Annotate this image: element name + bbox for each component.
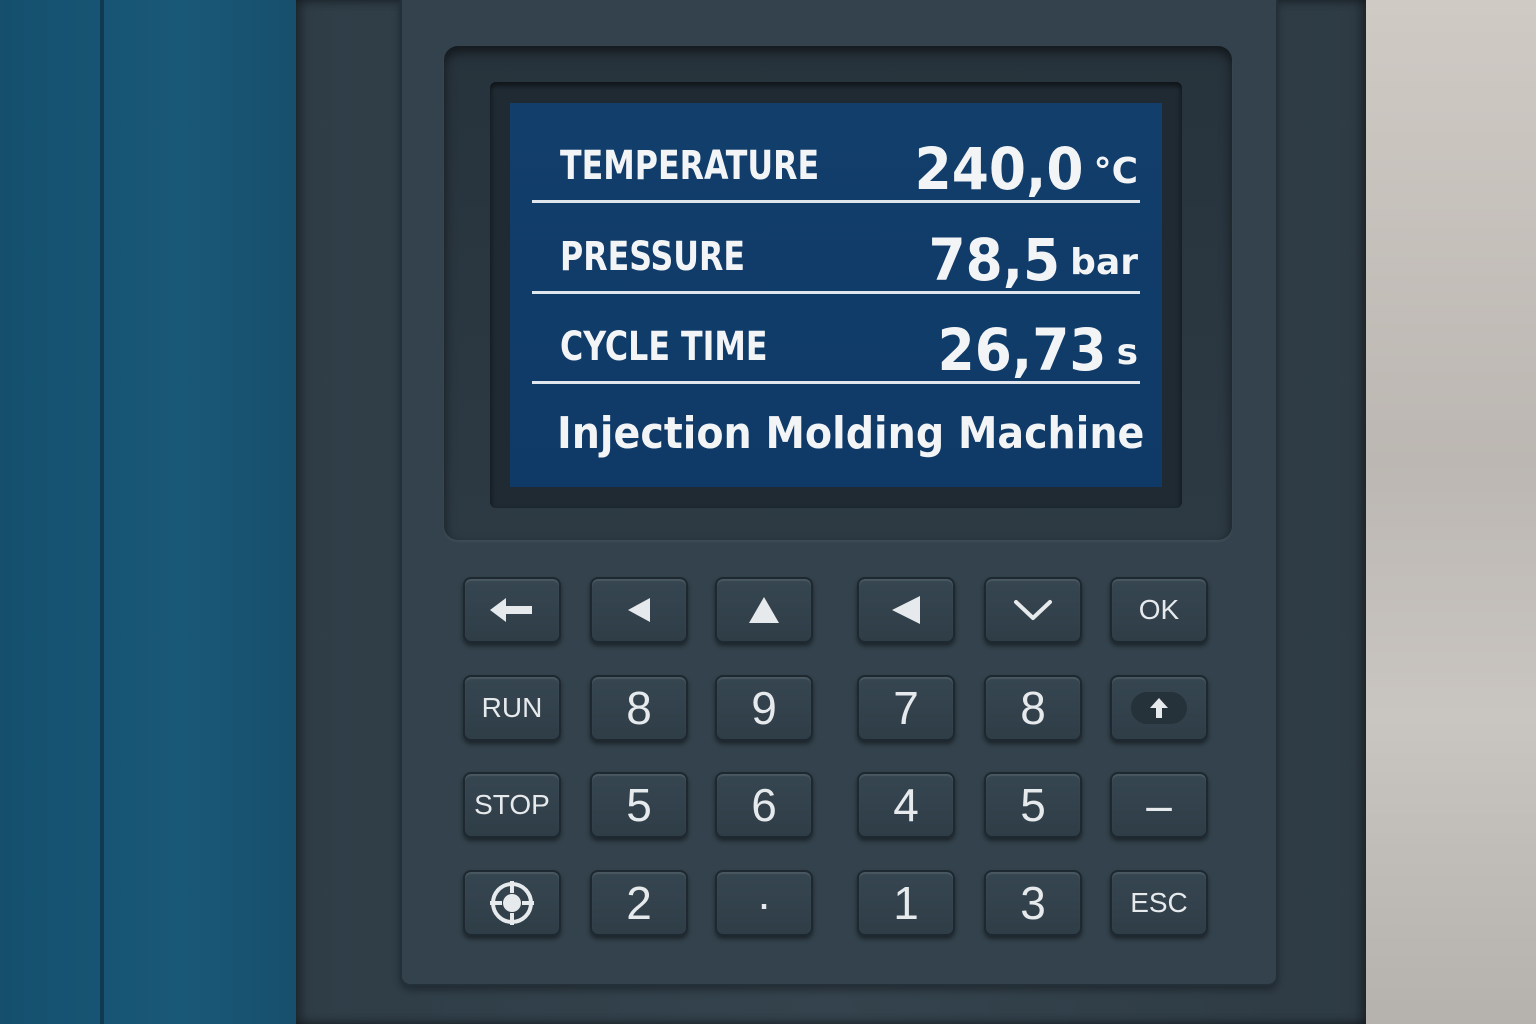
temperature-value: 240,0 xyxy=(914,135,1084,203)
temperature-label: TEMPERATURE xyxy=(560,143,820,189)
panel-seam xyxy=(100,0,104,1024)
esc-key[interactable]: ESC xyxy=(1110,870,1208,936)
minus-label: – xyxy=(1146,779,1172,831)
up-arrow-icon xyxy=(1130,691,1188,725)
ok-label: OK xyxy=(1138,594,1180,625)
background-wall xyxy=(1362,0,1536,1024)
esc-label: ESC xyxy=(1130,887,1188,918)
pressure-row: PRESSURE 78,5 bar xyxy=(532,206,1140,296)
key-5[interactable]: 5 xyxy=(590,772,688,838)
down-key[interactable] xyxy=(984,577,1082,643)
left-triangle-icon xyxy=(889,594,923,626)
stop-key[interactable]: STOP xyxy=(463,772,561,838)
key-label: 2 xyxy=(626,877,652,929)
key-7[interactable]: 7 xyxy=(857,675,955,741)
key-label: 9 xyxy=(751,682,777,734)
left-triangle-icon xyxy=(624,595,654,625)
key-label: 4 xyxy=(893,779,919,831)
minus-key[interactable]: – xyxy=(1110,772,1208,838)
key-1[interactable]: 1 xyxy=(857,870,955,936)
key-8[interactable]: 8 xyxy=(590,675,688,741)
pressure-unit: bar xyxy=(1070,242,1138,283)
divider xyxy=(532,381,1140,384)
key-8-second[interactable]: 8 xyxy=(984,675,1082,741)
key-4[interactable]: 4 xyxy=(857,772,955,838)
machine-side-panel xyxy=(0,0,300,1024)
ok-key[interactable]: OK xyxy=(1110,577,1208,643)
target-key[interactable] xyxy=(463,870,561,936)
shift-key[interactable] xyxy=(1110,675,1208,741)
key-label: 7 xyxy=(893,682,919,734)
key-6[interactable]: 6 xyxy=(715,772,813,838)
cycle-time-row: CYCLE TIME 26,73 s xyxy=(532,296,1140,386)
cycle-time-unit: s xyxy=(1116,332,1138,373)
chevron-down-icon xyxy=(1013,598,1053,622)
divider xyxy=(532,200,1140,203)
up-triangle-icon xyxy=(747,595,781,625)
pressure-label: PRESSURE xyxy=(560,234,746,280)
key-5-second[interactable]: 5 xyxy=(984,772,1082,838)
machine-name: Injection Molding Machine xyxy=(557,408,1145,459)
target-icon xyxy=(488,879,536,927)
divider xyxy=(532,291,1140,294)
cycle-time-label: CYCLE TIME xyxy=(560,324,768,370)
key-label: 8 xyxy=(1020,682,1046,734)
key-label: 8 xyxy=(626,682,652,734)
lcd-display: TEMPERATURE 240,0 °C PRESSURE 78,5 bar CYC… xyxy=(510,103,1162,487)
key-label: 1 xyxy=(893,877,919,929)
key-label: 6 xyxy=(751,779,777,831)
decimal-key[interactable]: · xyxy=(715,870,813,936)
up-key[interactable] xyxy=(715,577,813,643)
key-9[interactable]: 9 xyxy=(715,675,813,741)
back-key[interactable] xyxy=(463,577,561,643)
pressure-value: 78,5 xyxy=(928,226,1061,294)
key-label: 5 xyxy=(1020,779,1046,831)
key-2[interactable]: 2 xyxy=(590,870,688,936)
key-label: · xyxy=(756,877,772,929)
back-arrow-icon xyxy=(488,595,536,625)
left-key[interactable] xyxy=(590,577,688,643)
run-key[interactable]: RUN xyxy=(463,675,561,741)
stop-label: STOP xyxy=(474,789,550,820)
run-label: RUN xyxy=(481,692,543,723)
key-label: 5 xyxy=(626,779,652,831)
cycle-time-value: 26,73 xyxy=(937,316,1107,384)
temperature-row: TEMPERATURE 240,0 °C xyxy=(532,115,1140,205)
left-key-2[interactable] xyxy=(857,577,955,643)
key-label: 3 xyxy=(1020,877,1046,929)
temperature-unit: °C xyxy=(1093,151,1138,192)
key-3[interactable]: 3 xyxy=(984,870,1082,936)
